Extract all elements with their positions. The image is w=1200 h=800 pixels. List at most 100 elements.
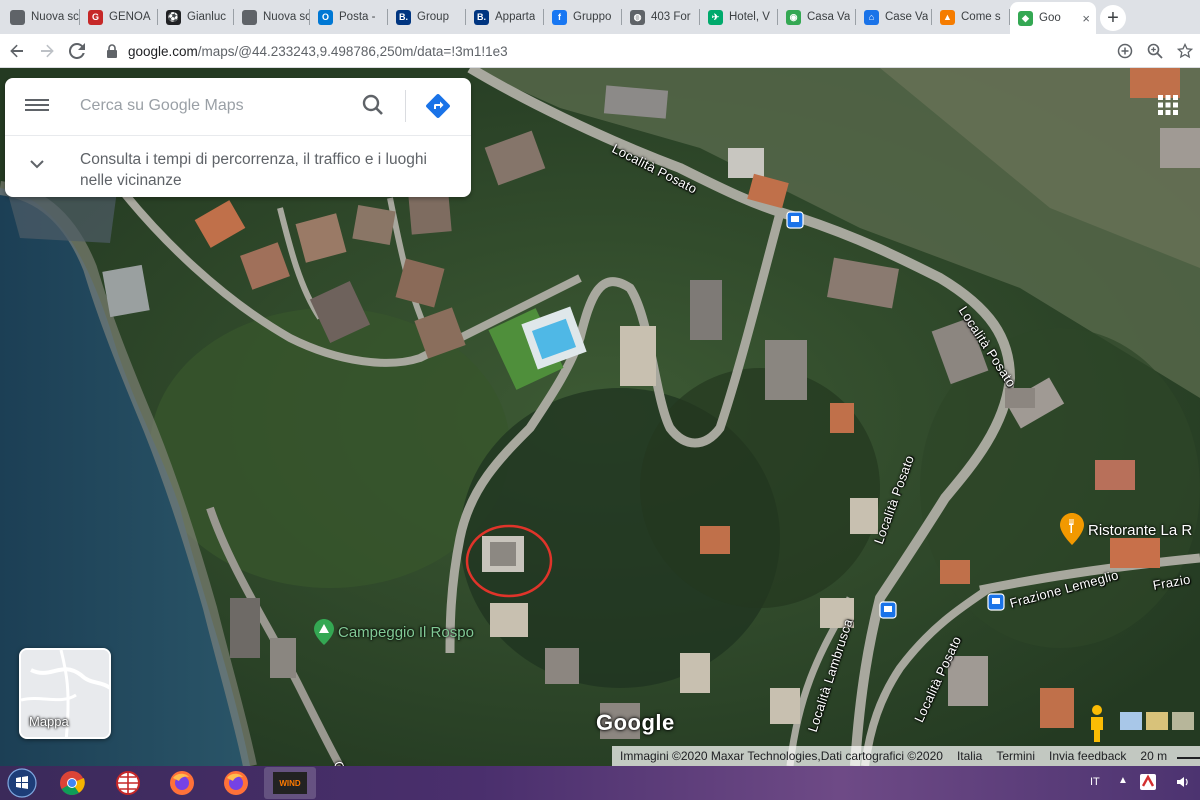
chevron-down-icon[interactable]: [29, 156, 45, 172]
tab-label: Hotel, V: [729, 11, 770, 23]
restaurant-label[interactable]: Ristorante La R: [1088, 522, 1192, 539]
network-globe-icon: [116, 771, 140, 795]
active-browser-tab[interactable]: ◆ Goo ×: [1010, 2, 1096, 34]
imagery-thumbnail-icon[interactable]: [1146, 712, 1168, 730]
tab-label: Posta -: [339, 11, 376, 23]
apps-grid-icon[interactable]: [1157, 94, 1179, 116]
browser-tab[interactable]: G GENOA: [80, 4, 158, 30]
feedback-link[interactable]: Invia feedback: [1049, 749, 1126, 763]
facebook-icon: f: [552, 9, 567, 25]
layer-thumbnails[interactable]: [1120, 708, 1200, 734]
country-link[interactable]: Italia: [957, 749, 982, 763]
map-layer-toggle[interactable]: Mappa: [19, 648, 111, 739]
browser-tab[interactable]: ⌂ Case Va: [856, 4, 932, 30]
url-text: google.com/maps/@44.233243,9.498786,250m…: [128, 44, 508, 59]
new-tab-button[interactable]: +: [1100, 5, 1126, 31]
browser-tab[interactable]: ▲ Come s: [932, 4, 1010, 30]
blank-page-icon: [242, 9, 257, 25]
search-icon[interactable]: [361, 93, 385, 117]
tab-label: Nuova sche: [31, 11, 80, 23]
tab-label: Case Va: [885, 11, 929, 23]
bus-stop-icon: [879, 601, 897, 619]
browser-tab[interactable]: O Posta -: [310, 4, 388, 30]
browser-tab[interactable]: ✈ Hotel, V: [700, 4, 778, 30]
tray-expand-button[interactable]: ▲: [1118, 775, 1128, 786]
windows-start-icon: [7, 768, 37, 798]
reload-button[interactable]: [66, 40, 88, 62]
campground-icon[interactable]: [314, 619, 334, 645]
holiday-home-icon: ⌂: [864, 9, 879, 25]
search-divider: [405, 90, 406, 122]
forward-button[interactable]: [36, 40, 58, 62]
hamburger-menu-icon[interactable]: [25, 96, 49, 116]
scale-bar: [1177, 753, 1200, 759]
search-panel: Consulta i tempi di percorrenza, il traf…: [5, 78, 471, 197]
terms-link[interactable]: Termini: [996, 749, 1035, 763]
tab-label: Apparta: [495, 11, 536, 23]
back-button[interactable]: [6, 40, 28, 62]
star-icon: [1177, 43, 1193, 59]
imagery-thumbnail-icon[interactable]: [1172, 712, 1194, 730]
lock-icon: [107, 44, 117, 58]
browser-tab[interactable]: f Gruppo: [544, 4, 622, 30]
browser-tab[interactable]: Nuova sche: [2, 4, 80, 30]
tab-label: Gruppo: [573, 11, 612, 23]
zoom-icon: [1147, 43, 1163, 59]
tab-label: Goo: [1039, 12, 1061, 24]
browser-tab[interactable]: ◍ 403 For: [622, 4, 700, 30]
windows-taskbar: WIND IT ▲: [0, 766, 1200, 800]
bookmark-button[interactable]: [1174, 40, 1196, 62]
firefox-taskbar-button[interactable]: [156, 767, 208, 799]
start-button[interactable]: [2, 767, 42, 799]
browser-toolbar: google.com/maps/@44.233243,9.498786,250m…: [0, 34, 1200, 68]
imagery-credit: Immagini ©2020 Maxar Technologies,Dati c…: [620, 749, 943, 763]
arrow-left-icon: [10, 44, 23, 58]
speaker-tray-icon[interactable]: [1176, 775, 1190, 789]
tab-label: GENOA: [109, 11, 151, 23]
pegman-icon[interactable]: [1084, 704, 1110, 744]
browser-tab[interactable]: B. Apparta: [466, 4, 544, 30]
tab-label: Group: [417, 11, 449, 23]
browser-tab[interactable]: Nuova sche: [234, 4, 310, 30]
search-input[interactable]: [80, 92, 350, 120]
booking-icon: B.: [474, 9, 489, 25]
booking-icon: B.: [396, 9, 411, 25]
firefox-taskbar-button[interactable]: [210, 767, 262, 799]
scale-label[interactable]: 20 m: [1140, 749, 1167, 763]
chrome-icon: [60, 771, 85, 796]
tab-label: Gianluc: [187, 11, 226, 23]
globe-icon: ◍: [630, 9, 645, 25]
tab-label: Nuova sche: [263, 11, 310, 23]
add-tab-icon-button[interactable]: [1114, 40, 1136, 62]
tab-label: Come s: [961, 11, 1001, 23]
network-taskbar-button[interactable]: [102, 767, 154, 799]
close-tab-icon[interactable]: ×: [1082, 11, 1090, 26]
google-maps-icon: ◆: [1018, 10, 1033, 26]
imagery-thumbnail-icon[interactable]: [1120, 712, 1142, 730]
satellite-map[interactable]: Località Posato Località Posato Località…: [0, 68, 1200, 766]
blank-page-icon: [10, 9, 25, 25]
url-path: /maps/@44.233243,9.498786,250m/data=!3m1…: [197, 43, 508, 59]
language-indicator[interactable]: IT: [1090, 776, 1100, 788]
address-bar[interactable]: google.com/maps/@44.233243,9.498786,250m…: [98, 38, 1098, 64]
restaurant-icon[interactable]: [1060, 513, 1084, 545]
chrome-taskbar-button[interactable]: [46, 767, 98, 799]
bus-stop-icon: [786, 211, 804, 229]
outlook-icon: O: [318, 9, 333, 25]
wind-icon: WIND: [273, 772, 307, 794]
browser-tab[interactable]: B. Group: [388, 4, 466, 30]
browser-tab[interactable]: ◉ Casa Va: [778, 4, 856, 30]
tab-label: 403 For: [651, 11, 691, 23]
nearby-hint[interactable]: Consulta i tempi di percorrenza, il traf…: [80, 149, 450, 191]
antivirus-tray-icon[interactable]: [1140, 774, 1156, 790]
firefox-icon: [224, 771, 248, 795]
attribution-bar: Immagini ©2020 Maxar Technologies,Dati c…: [612, 746, 1200, 766]
browser-tab[interactable]: ⚽ Gianluc: [158, 4, 234, 30]
zoom-button[interactable]: [1144, 40, 1166, 62]
tripadvisor-icon: ◉: [786, 9, 801, 25]
campsite-label[interactable]: Campeggio Il Rospo: [338, 624, 474, 641]
bus-stop-icon: [987, 593, 1005, 611]
directions-icon[interactable]: [425, 93, 451, 119]
wind-taskbar-button[interactable]: WIND: [264, 767, 316, 799]
tab-label: Casa Va: [807, 11, 851, 23]
